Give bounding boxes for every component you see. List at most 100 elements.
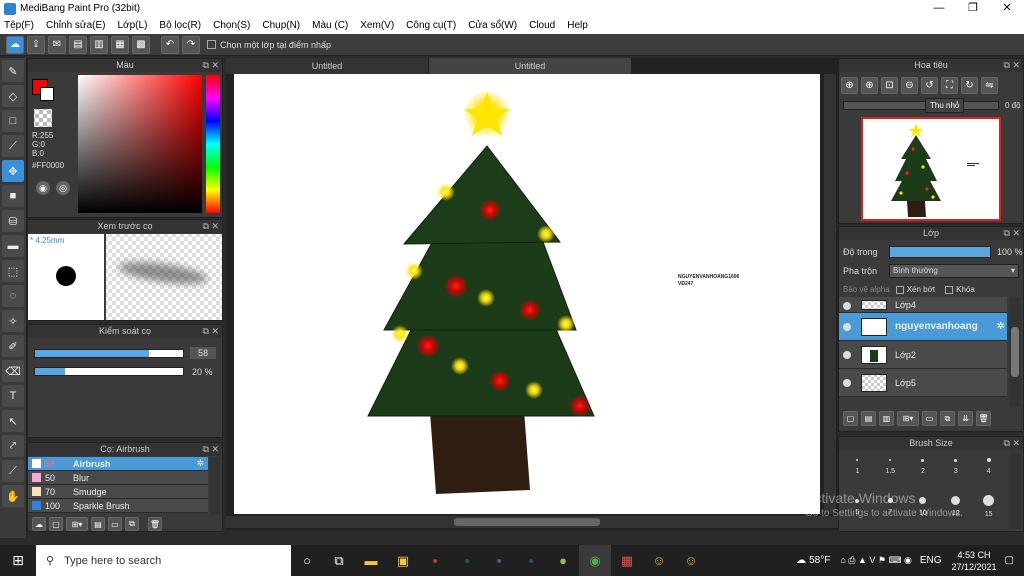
close-button[interactable]: ✕: [990, 0, 1024, 17]
gear-icon[interactable]: ✲: [997, 321, 1005, 332]
panel-controls-icon[interactable]: ⧉ ✕: [203, 325, 219, 338]
divide-tool-icon[interactable]: ⟋: [2, 460, 24, 482]
operation-tool-icon[interactable]: ↖: [2, 410, 24, 432]
menu-cloud[interactable]: Cloud: [529, 20, 555, 31]
word-icon[interactable]: ▪: [515, 545, 547, 576]
panel-controls-icon[interactable]: ⧉ ✕: [1004, 59, 1020, 72]
brush-size-value[interactable]: 58: [190, 347, 216, 359]
store-icon[interactable]: ▣: [387, 545, 419, 576]
size-cell-1[interactable]: 1: [841, 453, 874, 489]
maximize-button[interactable]: ❐: [956, 0, 990, 17]
eraser-tool-icon[interactable]: ◇: [2, 85, 24, 107]
taskbar-search[interactable]: ⚲ Type here to search: [36, 545, 291, 576]
text-tool-icon[interactable]: T: [2, 385, 24, 407]
rotate-right-icon[interactable]: ↻: [961, 77, 978, 94]
gear-icon[interactable]: ✲: [196, 458, 204, 469]
saturation-value-picker[interactable]: [78, 75, 202, 213]
eyedropper-tool-icon[interactable]: ⤤: [2, 435, 24, 457]
layer-opacity-slider[interactable]: [889, 246, 991, 258]
clock[interactable]: 4:53 CH 27/12/2021: [952, 549, 997, 573]
avatar-app-icon-1[interactable]: ☺: [643, 545, 675, 576]
avatar-app-icon-2[interactable]: ☺: [675, 545, 707, 576]
eye-icon[interactable]: [843, 350, 851, 359]
panel-controls-icon[interactable]: ⧉ ✕: [203, 220, 219, 233]
add-layer-dropdown-icon[interactable]: ⊞▾: [897, 411, 919, 426]
chrome-icon[interactable]: ◉: [579, 545, 611, 576]
copy-icon[interactable]: ⧉: [125, 517, 139, 531]
zoom-out-icon[interactable]: ⊖: [901, 77, 918, 94]
eye-icon[interactable]: [843, 302, 851, 310]
menu-snap[interactable]: Chụp(N): [262, 20, 300, 31]
size-cell-4[interactable]: 4: [972, 453, 1005, 489]
move-tool-icon[interactable]: ✥: [2, 160, 24, 182]
new-layer-icon[interactable]: ▢: [843, 411, 858, 426]
menu-window[interactable]: Cửa sổ(W): [468, 20, 517, 31]
menu-color[interactable]: Màu (C): [312, 20, 348, 31]
size-cell-2[interactable]: 2: [907, 453, 940, 489]
task-view-icon[interactable]: ⧉: [323, 545, 355, 576]
redo-icon[interactable]: ↷: [182, 35, 200, 54]
layer-row-nguyenvanhoang[interactable]: nguyenvanhoang ✲: [839, 313, 1007, 341]
trash-icon[interactable]: 🗑: [976, 411, 991, 426]
brush-tool-icon[interactable]: ✎: [2, 60, 24, 82]
add-brush-icon[interactable]: ⊞▾: [66, 517, 88, 531]
layer-row-lop5[interactable]: Lớp5: [839, 369, 1007, 397]
fill-rect-icon[interactable]: ■: [2, 185, 24, 207]
merge-layer-icon[interactable]: ⇊: [958, 411, 973, 426]
panel-controls-icon[interactable]: ⧉ ✕: [203, 443, 219, 456]
brush-size-scrollbar[interactable]: [1009, 453, 1021, 529]
comment-icon[interactable]: ✉: [48, 35, 66, 54]
panel-controls-icon[interactable]: ⧉ ✕: [203, 59, 219, 72]
duplicate-layer-icon[interactable]: ⧉: [940, 411, 955, 426]
pen-tool-icon[interactable]: ⟋: [2, 135, 24, 157]
size-cell-15[interactable]: 15: [972, 491, 1005, 527]
undo-icon[interactable]: ↶: [161, 35, 179, 54]
minimize-button[interactable]: —: [922, 0, 956, 17]
app-circle-icon[interactable]: ●: [547, 545, 579, 576]
folder-icon[interactable]: ▭: [108, 517, 122, 531]
brush-opacity-value[interactable]: 20 %: [192, 367, 213, 377]
powerpoint-icon[interactable]: ▪: [419, 545, 451, 576]
select-pen-icon[interactable]: ✐: [2, 335, 24, 357]
brush-item-airbrush[interactable]: 58 Airbrush ✲: [28, 457, 208, 471]
zoom-in-icon[interactable]: ⊕: [861, 77, 878, 94]
menu-select[interactable]: Chọn(S): [213, 20, 250, 31]
magic-wand-icon[interactable]: ✧: [2, 310, 24, 332]
layer-row-lop2[interactable]: Lớp2: [839, 341, 1007, 369]
lasso-tool-icon[interactable]: ◌: [2, 285, 24, 307]
lock-checkbox[interactable]: [945, 285, 954, 294]
actual-size-icon[interactable]: ⊡: [881, 77, 898, 94]
brush-item-blur[interactable]: 50 Blur: [28, 471, 208, 485]
palette-settings-icon[interactable]: ◎: [56, 181, 70, 195]
canvas-vertical-scrollbar[interactable]: [824, 74, 836, 514]
rotation-slider[interactable]: [843, 101, 999, 110]
layer-row-lop4[interactable]: Lớp4: [839, 297, 1007, 313]
teams-icon[interactable]: ▪: [483, 545, 515, 576]
secondary-color-swatch[interactable]: [40, 87, 54, 101]
canvas-horizontal-scrollbar[interactable]: [226, 516, 838, 528]
new-8bit-layer-icon[interactable]: ▥: [879, 411, 894, 426]
menu-edit[interactable]: Chỉnh sửa(E): [46, 20, 106, 31]
hand-tool-icon[interactable]: ✋: [2, 485, 24, 507]
marquee-tool-icon[interactable]: ⬚: [2, 260, 24, 282]
windows-start-icon[interactable]: ⊞: [0, 545, 36, 576]
notifications-icon[interactable]: ▢: [1005, 555, 1014, 566]
zoom-fit-icon[interactable]: ⊕: [841, 77, 858, 94]
panel-controls-icon[interactable]: ⧉ ✕: [1004, 437, 1020, 450]
bucket-tool-icon[interactable]: ⛁: [2, 210, 24, 232]
language-indicator[interactable]: ENG: [920, 555, 942, 566]
select-layer-on-click-checkbox[interactable]: Chọn một lớp tại điểm nhấp: [207, 40, 331, 50]
clipping-checkbox[interactable]: [895, 285, 904, 294]
grid-icon[interactable]: ▦: [111, 35, 129, 54]
menu-tools[interactable]: Công cụ(T): [406, 20, 456, 31]
menu-view[interactable]: Xem(V): [360, 20, 394, 31]
brush-item-sparkle[interactable]: 100 Sparkle Brush: [28, 499, 208, 513]
trash-icon[interactable]: 🗑: [148, 517, 162, 531]
checkbox-icon[interactable]: [207, 40, 216, 49]
menu-filter[interactable]: Bộ lọc(R): [159, 20, 201, 31]
page-icon[interactable]: ▥: [90, 35, 108, 54]
brush-item-smudge[interactable]: 70 Smudge: [28, 485, 208, 499]
eye-icon[interactable]: [843, 378, 851, 387]
drawing-canvas[interactable]: NGUYENVANHOANG1606 VĐ247: [234, 74, 820, 514]
cortana-icon[interactable]: ○: [291, 545, 323, 576]
